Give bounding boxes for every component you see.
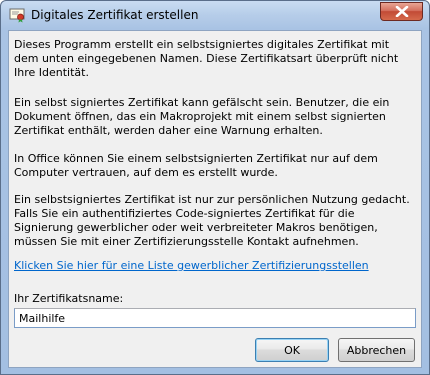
ok-button[interactable]: OK	[255, 338, 329, 362]
usage-paragraph: Ein selbstsigniertes Zertifikat ist nur …	[14, 193, 410, 248]
close-button[interactable]	[380, 2, 423, 21]
certificate-name-label: Ihr Zertifikatsname:	[14, 292, 124, 305]
intro-paragraph: Dieses Programm erstellt ein selbstsigni…	[14, 38, 399, 79]
close-icon	[395, 6, 409, 17]
certificate-name-input[interactable]	[14, 308, 416, 328]
certificate-icon	[9, 7, 25, 23]
dialog-content: Dieses Programm erstellt ein selbstsigni…	[8, 30, 422, 368]
warning-paragraph: Ein selbst signiertes Zertifikat kann ge…	[14, 96, 390, 137]
dialog-window: Digitales Zertifikat erstellen Dieses Pr…	[0, 0, 430, 375]
title-bar[interactable]: Digitales Zertifikat erstellen	[1, 1, 429, 29]
certificate-authorities-link[interactable]: Klicken Sie hier für eine Liste gewerbli…	[14, 259, 369, 273]
window-title: Digitales Zertifikat erstellen	[31, 8, 199, 22]
cancel-button[interactable]: Abbrechen	[338, 338, 415, 362]
trust-paragraph: In Office können Sie einem selbstsignier…	[14, 152, 378, 179]
